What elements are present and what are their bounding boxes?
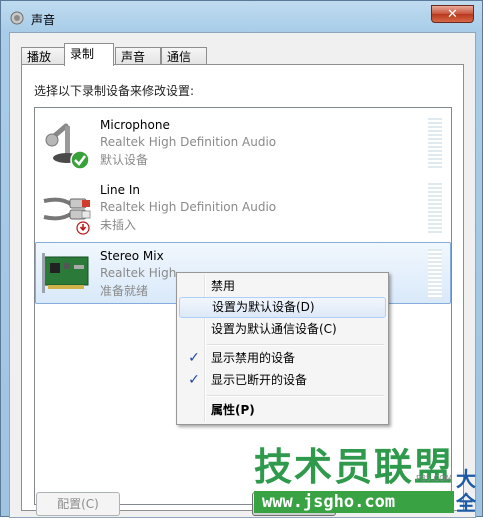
- sound-dialog: 声音 ✕ 播放 录制 声音 通信 选择以下录制设备来修改设置: Micropho…: [0, 0, 483, 518]
- check-icon: [70, 150, 90, 170]
- device-item-microphone[interactable]: Microphone Realtek High Definition Audio…: [36, 112, 450, 174]
- level-meter: [428, 249, 442, 299]
- context-menu: 禁用 设置为默认设备(D) 设置为默认通信设备(C) ✓ 显示禁用的设备 ✓ 显…: [176, 272, 389, 425]
- unplugged-icon: [76, 221, 90, 235]
- device-item-line-in[interactable]: Line In Realtek High Definition Audio 未插…: [36, 177, 450, 239]
- menu-separator: [207, 344, 384, 346]
- tab-recording[interactable]: 录制: [64, 43, 114, 66]
- configure-button[interactable]: 配置(C): [36, 492, 120, 516]
- device-driver: Realtek High: [100, 266, 177, 280]
- device-name: Stereo Mix: [100, 249, 164, 263]
- tab-sounds[interactable]: 声音: [115, 47, 161, 65]
- device-status: 准备就绪: [100, 284, 149, 298]
- level-meter: [428, 183, 442, 233]
- level-meter: [428, 118, 442, 168]
- close-icon: ✕: [447, 7, 458, 22]
- menu-item-set-default[interactable]: 设置为默认设备(D): [179, 297, 386, 318]
- menu-separator: [207, 395, 384, 397]
- checkmark-icon: ✓: [188, 350, 200, 366]
- title-bar[interactable]: 声音 ✕: [1, 1, 482, 33]
- window-title: 声音: [31, 13, 56, 27]
- device-driver: Realtek High Definition Audio: [100, 200, 277, 214]
- watermark-url: www.jsgho.com: [254, 491, 454, 513]
- checkmark-icon: ✓: [188, 372, 200, 388]
- device-driver: Realtek High Definition Audio: [100, 135, 277, 149]
- site-watermark: 技术员联盟 P85.COM www.jsgho.com 大全: [254, 445, 483, 518]
- speaker-icon: [10, 11, 24, 25]
- tab-communications[interactable]: 通信: [161, 47, 207, 65]
- device-status: 默认设备: [100, 153, 149, 167]
- menu-item-disable[interactable]: 禁用: [179, 276, 386, 297]
- tab-playback[interactable]: 播放: [21, 47, 65, 65]
- device-status: 未插入: [100, 218, 137, 232]
- instruction-text: 选择以下录制设备来修改设置:: [34, 84, 195, 98]
- close-button[interactable]: ✕: [431, 5, 474, 23]
- device-name: Microphone: [100, 118, 170, 132]
- watermark-side-text: 大全: [456, 467, 476, 515]
- menu-item-properties[interactable]: 属性(P): [179, 400, 386, 421]
- menu-item-set-default-communication[interactable]: 设置为默认通信设备(C): [179, 319, 386, 340]
- menu-item-show-disabled[interactable]: ✓ 显示禁用的设备: [179, 348, 386, 369]
- device-name: Line In: [100, 183, 140, 197]
- menu-item-show-disconnected[interactable]: ✓ 显示已断开的设备: [179, 370, 386, 391]
- sound-card-icon: [42, 253, 89, 293]
- watermark-small-text: P85.COM: [416, 474, 453, 483]
